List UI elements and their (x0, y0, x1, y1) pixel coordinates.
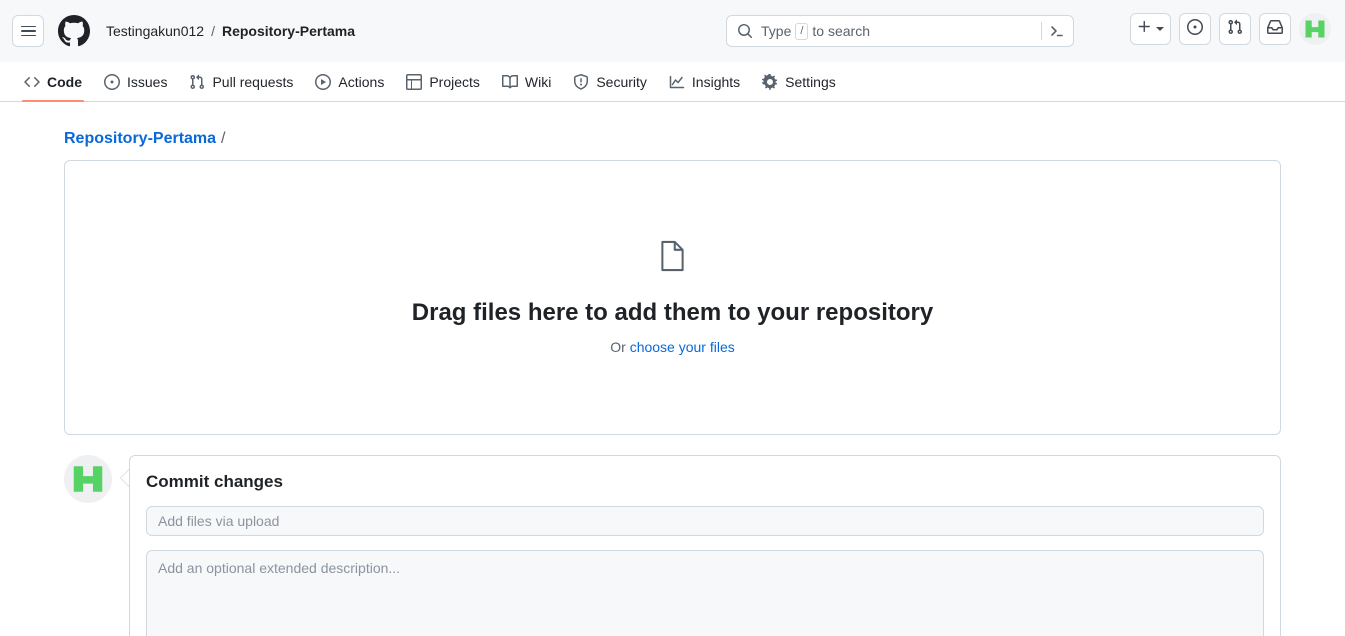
git-pull-request-icon (1227, 19, 1243, 40)
breadcrumb-owner-link[interactable]: Testingakun012 (106, 23, 204, 39)
breadcrumb-repo-link[interactable]: Repository-Pertama (64, 130, 216, 148)
terminal-icon[interactable] (1049, 23, 1065, 39)
header-breadcrumb: Testingakun012 / Repository-Pertama (106, 23, 355, 39)
breadcrumb-repo-link[interactable]: Repository-Pertama (222, 23, 355, 39)
avatar (64, 455, 112, 503)
book-icon (501, 74, 518, 90)
tab-settings[interactable]: Settings (752, 62, 846, 101)
commit-description-textarea[interactable] (146, 550, 1264, 636)
commit-box-wrapper: Commit changes (120, 455, 1281, 636)
pull-requests-button[interactable] (1219, 13, 1251, 45)
tab-code[interactable]: Code (14, 62, 92, 102)
shield-icon (573, 73, 589, 90)
tab-projects[interactable]: Projects (396, 62, 490, 101)
tab-pull-requests[interactable]: Pull requests (179, 62, 303, 101)
tab-issues[interactable]: Issues (94, 62, 177, 101)
play-icon (315, 73, 332, 90)
tab-wiki[interactable]: Wiki (492, 62, 561, 101)
tab-label: Projects (429, 73, 480, 90)
tab-label: Settings (785, 73, 836, 90)
chevron-down-icon (1156, 27, 1164, 31)
breadcrumb-separator: / (211, 23, 215, 39)
tab-label: Actions (338, 73, 385, 90)
dropzone-or-text: Or (610, 339, 626, 355)
search-placeholder-suffix: to search (812, 23, 871, 39)
search-input[interactable]: Type / to search (726, 15, 1074, 47)
search-slash-key-hint: / (795, 22, 809, 40)
commit-message-input[interactable] (146, 506, 1264, 536)
table-icon (406, 73, 423, 90)
hamburger-icon-line (20, 30, 36, 32)
tab-label: Pull requests (212, 73, 294, 90)
global-header: Testingakun012 / Repository-Pertama Type… (0, 0, 1345, 62)
avatar[interactable] (1299, 13, 1331, 45)
file-dropzone[interactable]: Drag files here to add them to your repo… (64, 160, 1281, 435)
issue-opened-icon (1187, 18, 1203, 40)
issue-opened-icon (104, 73, 120, 90)
issues-button[interactable] (1179, 13, 1211, 45)
header-actions (1130, 13, 1331, 45)
code-icon (24, 74, 40, 90)
hamburger-menu-button[interactable] (12, 15, 44, 47)
tab-label: Issues (127, 73, 168, 90)
plus-icon (1137, 19, 1152, 39)
speech-pointer (120, 469, 129, 487)
breadcrumb-separator: / (221, 130, 226, 147)
tab-label: Wiki (524, 73, 552, 90)
git-pull-request-icon (189, 74, 205, 90)
search-icon (737, 23, 753, 39)
notifications-inbox-button[interactable] (1259, 13, 1291, 45)
tab-label: Security (596, 73, 647, 90)
gear-icon (762, 73, 778, 90)
create-new-button[interactable] (1130, 13, 1171, 45)
graph-icon (669, 74, 685, 90)
search-placeholder: Type / to search (761, 22, 1041, 40)
hamburger-icon-line (20, 34, 36, 37)
tab-actions[interactable]: Actions (305, 62, 394, 101)
repository-nav-tabs: Code Issues Pull requests Actions Projec… (0, 62, 1345, 102)
commit-changes-box: Commit changes (129, 455, 1281, 636)
search-divider (1041, 22, 1042, 40)
choose-your-files-link[interactable]: choose your files (630, 339, 735, 355)
dropzone-subtitle: Or choose your files (610, 339, 735, 355)
main-content: Repository-Pertama / Drag files here to … (0, 102, 1345, 636)
tab-label: Code (47, 73, 82, 90)
commit-section: Commit changes (64, 455, 1281, 636)
search-placeholder-prefix: Type (761, 23, 792, 39)
tab-label: Insights (691, 73, 741, 90)
tab-insights[interactable]: Insights (659, 62, 750, 101)
commit-changes-title: Commit changes (146, 472, 283, 491)
file-icon (659, 240, 686, 277)
commit-avatar-column (64, 455, 112, 503)
hamburger-icon-line (20, 25, 36, 28)
dropzone-title: Drag files here to add them to your repo… (411, 299, 934, 326)
inbox-icon (1267, 19, 1283, 40)
github-logo-icon[interactable] (58, 15, 90, 47)
breadcrumb: Repository-Pertama / (64, 102, 1281, 160)
tab-security[interactable]: Security (563, 62, 657, 101)
